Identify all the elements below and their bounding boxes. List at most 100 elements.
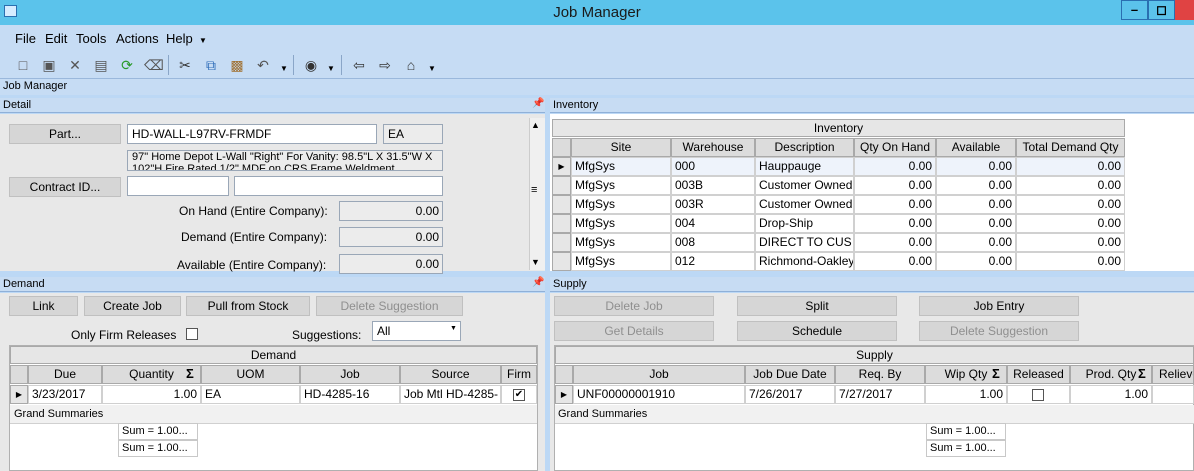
released-checkbox[interactable]: [1032, 389, 1044, 401]
supply-relieve-cell[interactable]: [1152, 385, 1194, 404]
panel-splitter[interactable]: [545, 98, 550, 471]
inventory-qty-on-hand-cell[interactable]: 0.00: [854, 214, 936, 233]
row-selector[interactable]: ▶: [10, 385, 28, 404]
inventory-warehouse-cell[interactable]: 000: [671, 157, 755, 176]
inventory-qty-on-hand-cell[interactable]: 0.00: [854, 157, 936, 176]
column-job[interactable]: Job: [573, 365, 745, 384]
inventory-available-cell[interactable]: 0.00: [936, 214, 1016, 233]
demand-quantity-cell[interactable]: 1.00: [102, 385, 201, 404]
inventory-available-cell[interactable]: 0.00: [936, 233, 1016, 252]
home-dropdown-icon[interactable]: ▼: [428, 64, 436, 73]
column-uom[interactable]: UOM: [201, 365, 300, 384]
inventory-site-cell[interactable]: MfgSys: [571, 157, 671, 176]
column-req-by[interactable]: Req. By: [835, 365, 925, 384]
column-total-demand-qty[interactable]: Total Demand Qty: [1016, 138, 1125, 157]
firm-checkbox[interactable]: ✔: [513, 389, 525, 401]
supply-job-cell[interactable]: UNF00000001910: [573, 385, 745, 404]
supply-delete-suggestion-button[interactable]: Delete Suggestion: [919, 321, 1079, 341]
copy-icon[interactable]: ⧉: [202, 56, 220, 74]
column-description[interactable]: Description: [755, 138, 854, 157]
inventory-warehouse-cell[interactable]: 004: [671, 214, 755, 233]
scroll-up-icon[interactable]: ▲: [531, 120, 540, 130]
contract-id-button[interactable]: Contract ID...: [9, 177, 121, 197]
help-dropdown-icon[interactable]: ▼: [199, 36, 207, 45]
chevron-down-icon[interactable]: ▼: [450, 325, 457, 332]
new-icon[interactable]: □: [14, 56, 32, 74]
row-selector[interactable]: [552, 195, 571, 214]
column-relieve[interactable]: Relieve: [1152, 365, 1194, 384]
inventory-warehouse-cell[interactable]: 008: [671, 233, 755, 252]
pull-from-stock-button[interactable]: Pull from Stock: [186, 296, 310, 316]
inventory-available-cell[interactable]: 0.00: [936, 195, 1016, 214]
inventory-warehouse-cell[interactable]: 012: [671, 252, 755, 271]
inventory-available-cell[interactable]: 0.00: [936, 157, 1016, 176]
inventory-total-demand-qty-cell[interactable]: 0.00: [1016, 157, 1125, 176]
supply-job-due-date-cell[interactable]: 7/26/2017: [745, 385, 835, 404]
inventory-site-cell[interactable]: MfgSys: [571, 252, 671, 271]
column-site[interactable]: Site: [571, 138, 671, 157]
inventory-site-cell[interactable]: MfgSys: [571, 195, 671, 214]
cut-icon[interactable]: ✂: [176, 56, 194, 74]
refresh-icon[interactable]: ⟳: [118, 56, 136, 74]
save-icon[interactable]: ▣: [40, 56, 58, 74]
pin-icon[interactable]: 📌: [532, 277, 544, 288]
column-qty-on-hand[interactable]: Qty On Hand: [854, 138, 936, 157]
get-details-button[interactable]: Get Details: [554, 321, 714, 341]
menu-actions[interactable]: Actions: [116, 31, 159, 46]
inventory-description-cell[interactable]: Hauppauge: [755, 157, 854, 176]
find-dropdown-icon[interactable]: ▼: [327, 64, 335, 73]
inventory-site-cell[interactable]: MfgSys: [571, 214, 671, 233]
part-button[interactable]: Part...: [9, 124, 121, 144]
row-selector[interactable]: ▶: [552, 157, 571, 176]
delete-icon[interactable]: ✕: [66, 56, 84, 74]
contract-id-field[interactable]: [127, 176, 229, 196]
schedule-button[interactable]: Schedule: [737, 321, 897, 341]
inventory-total-demand-qty-cell[interactable]: 0.00: [1016, 195, 1125, 214]
suggestions-select[interactable]: All: [372, 321, 461, 341]
inventory-qty-on-hand-cell[interactable]: 0.00: [854, 252, 936, 271]
column-available[interactable]: Available: [936, 138, 1016, 157]
inventory-description-cell[interactable]: Customer Owned: [755, 176, 854, 195]
inventory-site-cell[interactable]: MfgSys: [571, 176, 671, 195]
link-button[interactable]: Link: [9, 296, 78, 316]
minimize-button[interactable]: –: [1121, 0, 1148, 20]
only-firm-releases-checkbox[interactable]: [186, 328, 198, 340]
inventory-total-demand-qty-cell[interactable]: 0.00: [1016, 176, 1125, 195]
row-selector[interactable]: [552, 176, 571, 195]
split-button[interactable]: Split: [737, 296, 897, 316]
menu-file[interactable]: File: [15, 31, 36, 46]
back-icon[interactable]: ⇦: [350, 56, 368, 74]
demand-uom-cell[interactable]: EA: [201, 385, 300, 404]
menu-help[interactable]: Help: [166, 31, 193, 46]
home-icon[interactable]: ⌂: [402, 56, 420, 74]
demand-source-cell[interactable]: Job Mtl HD-4285-: [400, 385, 501, 404]
column-firm[interactable]: Firm: [501, 365, 537, 384]
row-selector[interactable]: [552, 233, 571, 252]
inventory-available-cell[interactable]: 0.00: [936, 176, 1016, 195]
column-job[interactable]: Job: [300, 365, 400, 384]
undo-icon[interactable]: ↶: [254, 56, 272, 74]
menu-tools[interactable]: Tools: [76, 31, 106, 46]
inventory-total-demand-qty-cell[interactable]: 0.00: [1016, 233, 1125, 252]
inventory-description-cell[interactable]: DIRECT TO CUS: [755, 233, 854, 252]
pin-icon[interactable]: 📌: [532, 98, 544, 109]
undo-dropdown-icon[interactable]: ▼: [280, 64, 288, 73]
demand-due-cell[interactable]: 3/23/2017: [28, 385, 102, 404]
job-entry-button[interactable]: Job Entry: [919, 296, 1079, 316]
create-job-button[interactable]: Create Job: [84, 296, 181, 316]
inventory-description-cell[interactable]: Drop-Ship: [755, 214, 854, 233]
inventory-qty-on-hand-cell[interactable]: 0.00: [854, 176, 936, 195]
inventory-available-cell[interactable]: 0.00: [936, 252, 1016, 271]
inventory-qty-on-hand-cell[interactable]: 0.00: [854, 233, 936, 252]
inventory-description-cell[interactable]: Customer Owned: [755, 195, 854, 214]
inventory-warehouse-cell[interactable]: 003R: [671, 195, 755, 214]
attach-icon[interactable]: ▤: [92, 56, 110, 74]
inventory-description-cell[interactable]: Richmond-Oakley: [755, 252, 854, 271]
scroll-down-icon[interactable]: ▼: [531, 257, 540, 267]
find-icon[interactable]: ◉: [302, 56, 320, 74]
forward-icon[interactable]: ⇨: [376, 56, 394, 74]
inventory-total-demand-qty-cell[interactable]: 0.00: [1016, 214, 1125, 233]
row-selector[interactable]: [552, 214, 571, 233]
maximize-button[interactable]: ◻: [1148, 0, 1175, 20]
column-released[interactable]: Released: [1007, 365, 1070, 384]
